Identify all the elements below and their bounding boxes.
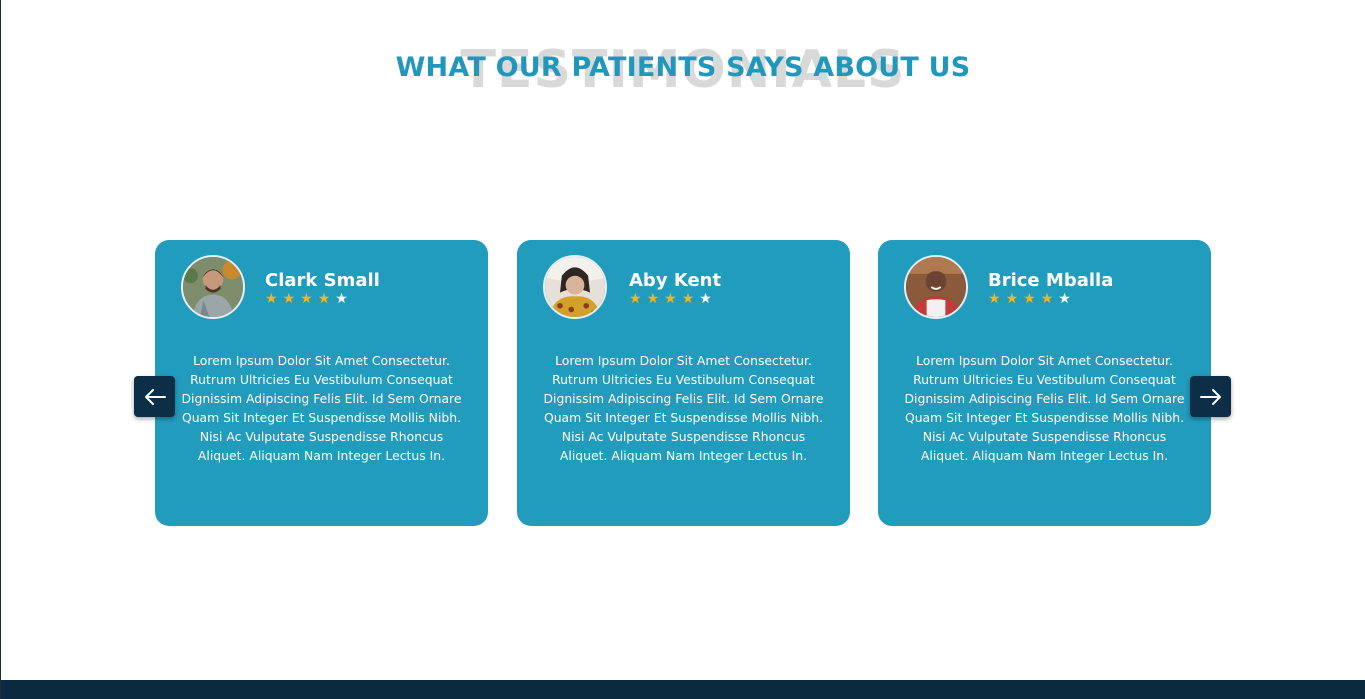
star-rating: ★ ★ ★ ★ ★ [629,291,712,307]
avatar [543,255,607,319]
testimonials-page: TESTIMONIALS WHAT OUR PATIENTS SAYS ABOU… [0,0,1365,699]
footer-bar [1,680,1365,699]
star-icon: ★ [681,291,695,307]
section-heading: TESTIMONIALS WHAT OUR PATIENTS SAYS ABOU… [1,38,1365,108]
star-icon: ★ [282,291,296,307]
arrow-left-icon [144,388,166,405]
star-icon: ★ [317,291,331,307]
avatar-photo-icon [183,257,243,317]
star-icon: ★ [1040,291,1054,307]
star-icon: ★ [1005,291,1019,307]
star-icon: ★ [629,291,642,307]
testimonial-card: Aby Kent ★ ★ ★ ★ ★ Lorem Ipsum Dolor Sit Ame… [517,240,850,526]
star-icon: ★ [988,291,1001,307]
reviewer-name: Aby Kent [629,270,722,291]
star-icon: ★ [646,291,660,307]
review-text: Lorem Ipsum Dolor Sit Amet Consectetur. … [904,353,1185,463]
star-icon: ★ [1058,291,1071,307]
carousel-next-button[interactable] [1190,376,1231,417]
star-icon: ★ [1023,291,1036,307]
testimonial-card: Brice Mballa ★ ★ ★ ★ ★ Lorem Ipsum Dolor Sit… [878,240,1211,526]
testimonial-card: Clark Small ★ ★ ★ ★ ★ Lorem Ipsum Dolor Sit … [155,240,488,526]
avatar [904,255,968,319]
review-text: Lorem Ipsum Dolor Sit Amet Consectetur. … [543,353,824,463]
avatar-photo-icon [906,257,966,317]
testimonial-carousel: Clark Small ★ ★ ★ ★ ★ Lorem Ipsum Dolor Sit … [155,240,1212,526]
star-icon: ★ [265,291,278,307]
section-title: WHAT OUR PATIENTS SAYS ABOUT US [395,52,971,83]
carousel-prev-button[interactable] [134,376,175,417]
review-text: Lorem Ipsum Dolor Sit Amet Consectetur. … [181,353,462,463]
star-icon: ★ [300,291,313,307]
arrow-right-icon [1199,388,1221,405]
avatar-photo-icon [545,257,605,317]
star-icon: ★ [335,291,348,307]
star-rating: ★ ★ ★ ★ ★ [988,291,1071,307]
avatar [181,255,245,319]
star-icon: ★ [664,291,677,307]
reviewer-name: Brice Mballa [988,270,1114,291]
star-rating: ★ ★ ★ ★ ★ [265,291,348,307]
star-icon: ★ [699,291,712,307]
reviewer-name: Clark Small [265,270,380,291]
